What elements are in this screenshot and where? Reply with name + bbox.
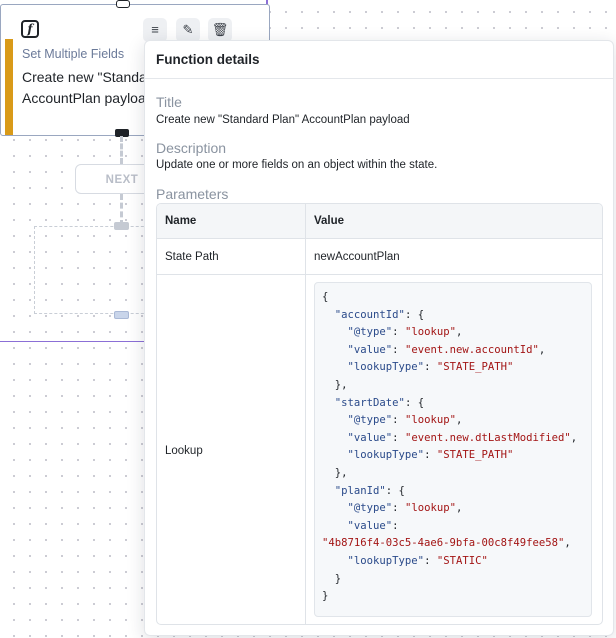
description-label: Description [156, 140, 227, 156]
node-title-line-2: AccountPlan payloa [22, 90, 146, 106]
node-subtitle: Set Multiple Fields [22, 47, 125, 61]
settings-list-icon[interactable]: ≡ [143, 18, 167, 42]
table-header-row: Name Value [157, 204, 602, 239]
code-line: { [322, 291, 329, 303]
code-line: "value": [347, 519, 399, 532]
connector-line-horizontal [0, 341, 150, 342]
edit-pencil-icon[interactable]: ✎ [176, 18, 200, 42]
param-value: { "accountId": { "@type": "lookup", "val… [305, 275, 602, 624]
empty-group-placeholder [34, 226, 154, 314]
code-line: "4b8716f4-03c5-4ae6-9bfa-00c8f49fee58", [322, 537, 571, 550]
popover-title: Function details [145, 41, 613, 79]
node-title-line-1: Create new "Standa [22, 69, 147, 85]
title-label: Title [156, 94, 182, 110]
node-title: Create new "Standa AccountPlan payloa [22, 67, 157, 109]
code-line: } [322, 590, 329, 603]
code-line: "value": "event.new.accountId", [347, 343, 546, 356]
node-accent-bar [5, 39, 13, 135]
title-value: Create new "Standard Plan" AccountPlan p… [156, 114, 410, 126]
column-header-value: Value [305, 204, 602, 238]
code-line: }, [322, 378, 348, 391]
code-line: "accountId": { [334, 308, 425, 321]
delete-trash-icon[interactable]: 🗑 [208, 18, 232, 42]
code-line: "startDate": { [334, 396, 425, 409]
group-input-handle[interactable] [114, 222, 129, 230]
code-line: }, [322, 466, 348, 479]
code-line: "@type": "lookup", [347, 414, 463, 427]
group-output-handle[interactable] [114, 311, 129, 319]
description-value: Update one or more fields on an object w… [156, 159, 438, 171]
code-line: "value": "event.new.dtLastModified", [347, 431, 578, 444]
column-header-name: Name [165, 215, 197, 227]
code-line: } [322, 572, 342, 585]
parameters-label: Parameters [156, 186, 229, 202]
function-details-popover: Function details Title Create new "Stand… [144, 40, 614, 636]
json-code-block: { "accountId": { "@type": "lookup", "val… [314, 282, 592, 617]
code-line: "lookupType": "STATE_PATH" [347, 361, 514, 374]
param-value: newAccountPlan [305, 239, 602, 274]
code-line: "planId": { [334, 484, 405, 497]
parameters-table: Name Value State Path newAccountPlan Loo… [156, 203, 603, 625]
param-name: State Path [165, 250, 219, 263]
param-name: Lookup [165, 444, 203, 457]
code-line: "lookupType": "STATE_PATH" [347, 449, 514, 462]
function-icon: f [21, 20, 39, 38]
dashed-connector [120, 136, 123, 164]
node-input-handle[interactable] [116, 0, 130, 8]
code-line: "@type": "lookup", [347, 502, 463, 515]
table-row: Lookup { "accountId": { "@type": "lookup… [157, 275, 602, 624]
code-line: "lookupType": "STATIC" [347, 554, 488, 567]
table-row: State Path newAccountPlan [157, 239, 602, 275]
code-line: "@type": "lookup", [347, 326, 463, 339]
